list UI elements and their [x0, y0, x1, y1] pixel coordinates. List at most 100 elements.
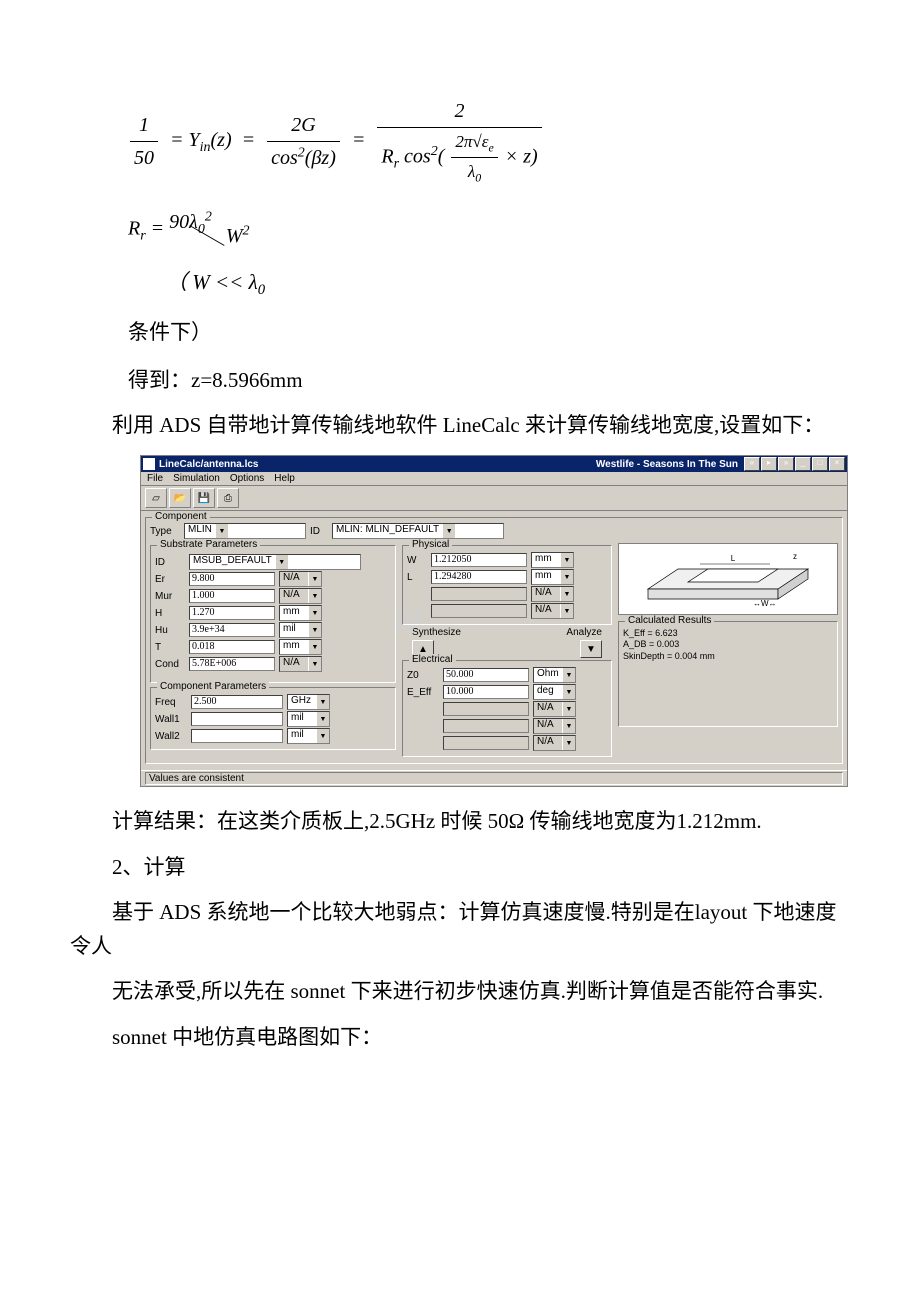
chevron-down-icon[interactable]: ▼ — [308, 640, 321, 654]
diagram-z-label: z — [793, 552, 797, 561]
param-input[interactable] — [191, 729, 283, 743]
chevron-down-icon: ▼ — [562, 719, 575, 733]
param-input[interactable]: 1.294280 — [431, 570, 527, 584]
param-input — [443, 736, 529, 750]
chevron-down-icon[interactable]: ▼ — [562, 685, 575, 699]
param-label: Hu — [155, 625, 185, 636]
chevron-down-icon[interactable]: ▼ — [316, 695, 329, 709]
open-icon[interactable]: 📂 — [169, 488, 191, 508]
unit-combo[interactable]: Ohm▼ — [533, 667, 576, 683]
analyze-button[interactable]: ▼ — [580, 640, 602, 658]
param-label: E_Eff — [407, 687, 439, 698]
chevron-down-icon[interactable]: ▼ — [560, 553, 573, 567]
unit-combo[interactable]: deg▼ — [533, 684, 576, 700]
param-input[interactable] — [191, 712, 283, 726]
para-linecalc-intro: 利用 ADS 自带地计算传输线地软件 LineCalc 来计算传输线地宽度,设置… — [70, 409, 850, 443]
comp-params-group: Component Parameters Freq2.500GHz▼Wall1m… — [150, 687, 396, 750]
electrical-legend: Electrical — [409, 654, 456, 665]
physical-legend: Physical — [409, 539, 452, 550]
unit-combo: N/A▼ — [531, 603, 574, 619]
component-group: Component Type MLIN▼ ID MLIN: MLIN_DEFAU… — [145, 517, 843, 764]
formula-yin: 150 = Yin(z) = 2Gcos2(βz) = 2 Rr cos2( 2… — [128, 95, 850, 188]
param-input[interactable]: 1.000 — [189, 589, 275, 603]
unit-combo[interactable]: mil▼ — [287, 711, 330, 727]
menu-simulation[interactable]: Simulation — [173, 473, 220, 484]
unit-combo[interactable]: mm▼ — [531, 552, 574, 568]
menu-options[interactable]: Options — [230, 473, 264, 484]
unit-combo[interactable]: mm▼ — [279, 605, 322, 621]
param-label: T — [155, 642, 185, 653]
next-icon[interactable]: » — [778, 457, 794, 471]
param-label: Er — [155, 574, 185, 585]
prev-icon[interactable]: « — [744, 457, 760, 471]
param-input[interactable]: 1.212050 — [431, 553, 527, 567]
param-label: Z0 — [407, 670, 439, 681]
para-weak: 基于 ADS 系统地一个比较大地弱点：计算仿真速度慢.特别是在layout 下地… — [70, 896, 850, 963]
close-icon[interactable]: × — [829, 457, 845, 471]
play-icon[interactable]: ▸ — [761, 457, 777, 471]
chevron-down-icon[interactable]: ▼ — [308, 606, 321, 620]
maximize-icon[interactable]: □ — [812, 457, 828, 471]
param-input[interactable]: 2.500 — [191, 695, 283, 709]
unit-combo: N/A▼ — [533, 735, 576, 751]
window-title: LineCalc/antenna.lcs — [159, 459, 258, 470]
unit-combo: N/A▼ — [279, 588, 322, 604]
comp-params-legend: Component Parameters — [157, 681, 269, 692]
chevron-down-icon[interactable]: ▼ — [442, 524, 455, 538]
chevron-down-icon[interactable]: ▼ — [562, 668, 575, 682]
unit-combo[interactable]: mil▼ — [279, 622, 322, 638]
param-label: Cond — [155, 659, 185, 670]
unit-combo: N/A▼ — [279, 571, 322, 587]
result-line: A_DB = 0.003 — [623, 639, 833, 650]
para-result: 计算结果：在这类介质板上,2.5GHz 时候 50Ω 传输线地宽度为1.212m… — [70, 805, 850, 839]
minimize-icon[interactable]: _ — [795, 457, 811, 471]
chevron-down-icon[interactable]: ▼ — [275, 555, 288, 569]
window-title-right: Westlife - Seasons In The Sun — [596, 459, 738, 470]
unit-combo[interactable]: GHz▼ — [287, 694, 330, 710]
chevron-down-icon: ▼ — [560, 604, 573, 618]
chevron-down-icon[interactable]: ▼ — [316, 712, 329, 726]
chevron-down-icon: ▼ — [308, 657, 321, 671]
print-icon[interactable]: ⎙ — [217, 488, 239, 508]
param-input — [443, 719, 529, 733]
chevron-down-icon[interactable]: ▼ — [308, 623, 321, 637]
param-input[interactable]: 3.9e+34 — [189, 623, 275, 637]
component-legend: Component — [152, 511, 210, 522]
param-input — [443, 702, 529, 716]
new-icon[interactable]: ▱ — [145, 488, 167, 508]
condition-w-lambda: （ W << λ0 — [166, 266, 850, 303]
param-input — [431, 587, 527, 601]
param-input[interactable]: 0.018 — [189, 640, 275, 654]
unit-combo[interactable]: mm▼ — [531, 569, 574, 585]
unit-combo[interactable]: mil▼ — [287, 728, 330, 744]
param-label: Mur — [155, 591, 185, 602]
menu-help[interactable]: Help — [274, 473, 295, 484]
id-combo[interactable]: MLIN: MLIN_DEFAULT▼ — [332, 523, 504, 539]
sub-id-label: ID — [155, 557, 185, 568]
chevron-down-icon: ▼ — [560, 587, 573, 601]
unit-combo: N/A▼ — [531, 586, 574, 602]
chevron-down-icon[interactable]: ▼ — [560, 570, 573, 584]
param-input[interactable]: 5.78E+006 — [189, 657, 275, 671]
chevron-down-icon[interactable]: ▼ — [316, 729, 329, 743]
chevron-down-icon: ▼ — [308, 589, 321, 603]
chevron-down-icon: ▼ — [562, 736, 575, 750]
menubar: File Simulation Options Help — [141, 472, 847, 486]
heading-2: 2、计算 — [70, 851, 850, 885]
param-input — [431, 604, 527, 618]
param-input[interactable]: 1.270 — [189, 606, 275, 620]
param-input[interactable]: 10.000 — [443, 685, 529, 699]
chevron-down-icon[interactable]: ▼ — [215, 524, 228, 538]
results-group: Calculated Results K_Eff = 6.623A_DB = 0… — [618, 621, 838, 727]
unit-combo[interactable]: mm▼ — [279, 639, 322, 655]
sub-id-combo[interactable]: MSUB_DEFAULT▼ — [189, 554, 361, 570]
diagram-preview: L z ↔W↔ — [618, 543, 838, 615]
param-label: W — [407, 555, 427, 566]
unit-combo: N/A▼ — [279, 656, 322, 672]
param-input[interactable]: 50.000 — [443, 668, 529, 682]
save-icon[interactable]: 💾 — [193, 488, 215, 508]
param-input[interactable]: 9.800 — [189, 572, 275, 586]
status-bar: Values are consistent — [141, 770, 847, 786]
menu-file[interactable]: File — [147, 473, 163, 484]
type-combo[interactable]: MLIN▼ — [184, 523, 306, 539]
